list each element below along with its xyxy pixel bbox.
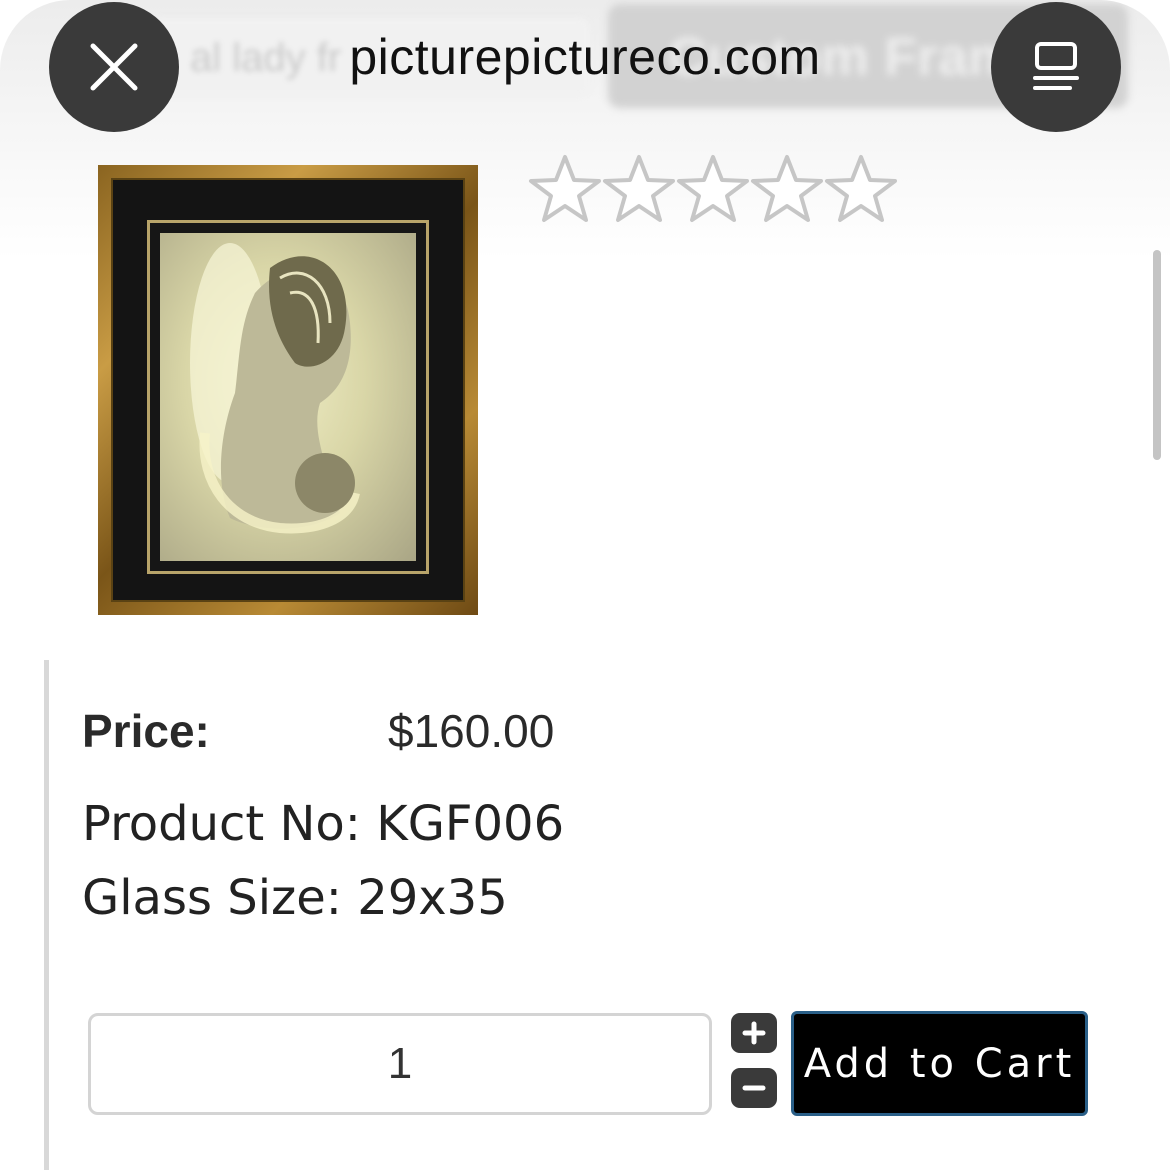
quantity-input[interactable] (88, 1013, 712, 1115)
details-divider (44, 660, 49, 1170)
scrollbar[interactable] (1153, 250, 1161, 460)
add-to-cart-button[interactable]: Add to Cart (791, 1011, 1088, 1116)
quantity-increment-button[interactable] (731, 1013, 777, 1053)
reader-mode-button[interactable] (991, 2, 1121, 132)
star-outline-icon[interactable] (676, 152, 750, 226)
frame-mat (111, 178, 465, 602)
glass-size-row: Glass Size: 29x35 (82, 870, 508, 926)
mat-inner-border (147, 220, 429, 574)
glass-size-label: Glass Size: (82, 870, 342, 926)
product-number-label: Product No: (82, 796, 361, 852)
artwork (160, 233, 416, 561)
plus-icon (742, 1021, 766, 1045)
star-outline-icon[interactable] (750, 152, 824, 226)
star-outline-icon[interactable] (824, 152, 898, 226)
rating-stars[interactable] (528, 152, 898, 226)
close-icon (90, 43, 138, 91)
quantity-decrement-button[interactable] (731, 1068, 777, 1108)
url-label[interactable]: picturepictureco.com (300, 28, 870, 86)
reader-mode-icon (1033, 42, 1079, 90)
artwork-figure (190, 243, 360, 534)
browser-sheet: al lady fr Custom Frame picturepictureco… (0, 0, 1170, 1170)
close-button[interactable] (49, 2, 179, 132)
minus-icon (742, 1085, 766, 1091)
product-number-value: KGF006 (376, 796, 565, 852)
star-outline-icon[interactable] (602, 152, 676, 226)
price-label: Price: (82, 705, 210, 757)
star-outline-icon[interactable] (528, 152, 602, 226)
price-value: $160.00 (388, 705, 555, 757)
glass-size-value: 29x35 (357, 870, 508, 926)
product-number-row: Product No: KGF006 (82, 796, 564, 852)
product-image[interactable] (98, 165, 478, 615)
